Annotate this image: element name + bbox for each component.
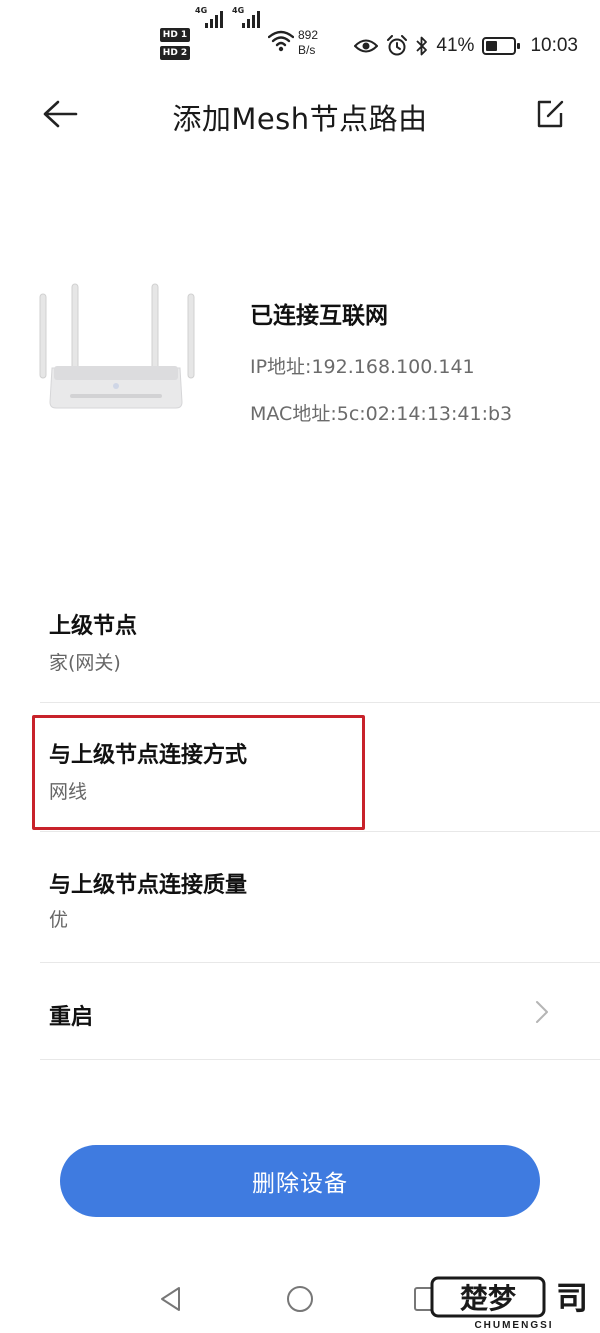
hd-sim2-badge: HD 2 bbox=[160, 46, 190, 60]
parent-node-title: 上级节点 bbox=[49, 614, 138, 639]
svg-text:楚梦: 楚梦 bbox=[460, 1282, 517, 1315]
network-type-2: 4G bbox=[232, 6, 245, 15]
delete-device-button[interactable]: 删除设备 bbox=[60, 1145, 540, 1217]
signal-2-icon: 4G bbox=[232, 6, 266, 28]
divider bbox=[40, 1059, 600, 1060]
speed-unit: B/s bbox=[298, 43, 316, 57]
list-item-parent-node[interactable]: 上级节点 家(网关) bbox=[40, 596, 600, 702]
chevron-right-icon bbox=[536, 1001, 548, 1023]
eye-comfort-icon bbox=[354, 39, 379, 53]
svg-text:司: 司 bbox=[556, 1279, 588, 1317]
connection-status: 已连接互联网 bbox=[250, 303, 388, 329]
connection-quality-title: 与上级节点连接质量 bbox=[49, 873, 248, 898]
status-bar: HD 1 HD 2 4G 4G 892 B/s 41% 10:03 bbox=[0, 0, 600, 90]
bluetooth-icon bbox=[416, 36, 428, 56]
speed-value: 892 bbox=[298, 28, 319, 42]
device-info: 已连接互联网 IP地址:192.168.100.141 MAC地址:5c:02:… bbox=[250, 296, 512, 426]
hd-sim1-badge: HD 1 bbox=[160, 28, 190, 42]
svg-text:CHUMENGSI: CHUMENGSI bbox=[474, 1320, 553, 1330]
network-speed: 892 B/s bbox=[298, 28, 318, 58]
network-type-1: 4G bbox=[195, 6, 208, 15]
clock-time: 10:03 bbox=[530, 35, 578, 56]
edit-square-icon[interactable] bbox=[532, 96, 568, 132]
status-right-group: 41% 10:03 bbox=[354, 33, 578, 59]
list-item-reboot[interactable]: 重启 bbox=[40, 963, 600, 1059]
page-title: 添加Mesh节点路由 bbox=[172, 102, 428, 136]
alarm-icon bbox=[387, 35, 408, 56]
battery-icon bbox=[482, 37, 521, 55]
reboot-title: 重启 bbox=[49, 1005, 94, 1030]
router-image bbox=[39, 283, 195, 409]
connection-quality-value: 优 bbox=[49, 909, 69, 931]
list-item-connection-method[interactable]: 与上级节点连接方式 网线 bbox=[40, 703, 600, 831]
battery-percent: 41% bbox=[436, 35, 475, 56]
ip-address: IP地址:192.168.100.141 bbox=[250, 356, 475, 378]
delete-device-label: 删除设备 bbox=[252, 1171, 348, 1197]
triangle-back-icon[interactable] bbox=[156, 1284, 186, 1314]
wifi-icon bbox=[268, 30, 294, 52]
circle-home-icon[interactable] bbox=[285, 1284, 315, 1314]
connection-method-title: 与上级节点连接方式 bbox=[49, 743, 248, 768]
parent-node-value: 家(网关) bbox=[49, 652, 121, 674]
app-bar: 添加Mesh节点路由 bbox=[0, 90, 600, 138]
signal-1-icon: 4G bbox=[195, 6, 229, 28]
list-item-connection-quality[interactable]: 与上级节点连接质量 优 bbox=[40, 832, 600, 962]
connection-method-value: 网线 bbox=[49, 781, 88, 803]
site-watermark-logo: 楚梦 司 CHUMENGSI bbox=[430, 1276, 588, 1330]
mac-address: MAC地址:5c:02:14:13:41:b3 bbox=[250, 403, 513, 425]
